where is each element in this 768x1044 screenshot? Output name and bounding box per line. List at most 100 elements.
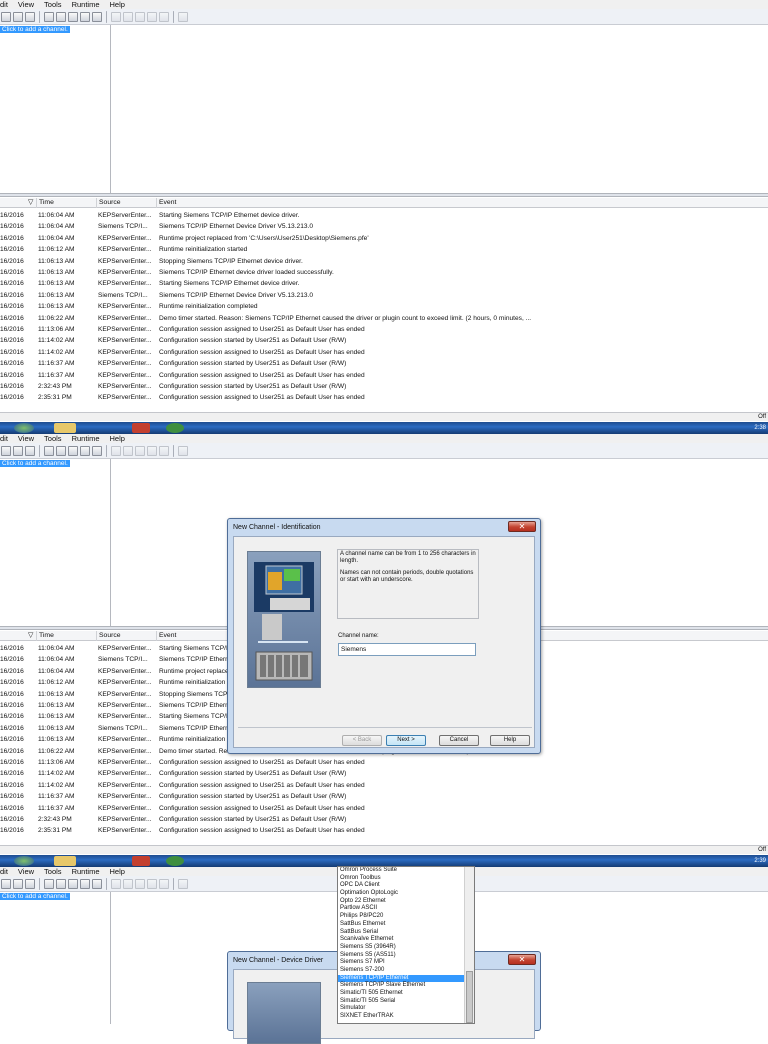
log-row[interactable]: 16/2016 11:06:13 AM KEPServerEnter... Start… — [0, 278, 768, 289]
driver-option[interactable]: Siemens S7 MPI — [338, 959, 474, 967]
new-tag-icon[interactable] — [80, 878, 90, 889]
kepserver-icon[interactable] — [166, 423, 184, 433]
driver-option[interactable]: Philips P8/PC20 — [338, 913, 474, 921]
log-row[interactable]: 16/2016 11:06:13 AM KEPServerEnter... Stopp… — [0, 256, 768, 267]
delete-icon[interactable] — [159, 11, 169, 22]
folder-icon[interactable] — [54, 423, 76, 433]
new-tag-icon[interactable] — [80, 445, 90, 456]
sort-icon[interactable]: ▽ — [26, 198, 33, 208]
undo-icon[interactable] — [111, 445, 121, 456]
time-column-header[interactable]: Time — [36, 198, 97, 208]
log-row[interactable]: 16/2016 11:06:13 AM KEPServerEnter... Sieme… — [0, 267, 768, 278]
new-device-icon[interactable] — [56, 445, 66, 456]
menu-runtime[interactable]: Runtime — [72, 0, 100, 9]
open-project-icon[interactable] — [13, 445, 23, 456]
paste-icon[interactable] — [147, 878, 157, 889]
channel-tree[interactable]: Click to add a channel. — [0, 25, 111, 193]
menu-view[interactable]: View — [18, 867, 34, 876]
log-row[interactable]: 16/2016 11:06:13 AM Siemens TCP/I... Siemen… — [0, 290, 768, 301]
driver-option[interactable]: Partlow ASCII — [338, 905, 474, 913]
undo-icon[interactable] — [111, 11, 121, 22]
log-row[interactable]: 16/2016 11:06:13 AM KEPServerEnter... Runti… — [0, 301, 768, 312]
log-row[interactable]: 16/2016 2:32:43 PM KEPServerEnter... Config… — [0, 814, 768, 825]
paste-icon[interactable] — [147, 445, 157, 456]
menu-help[interactable]: Help — [110, 0, 125, 9]
open-project-icon[interactable] — [13, 11, 23, 22]
menu-tools[interactable]: Tools — [44, 867, 62, 876]
log-row[interactable]: 16/2016 11:13:06 AM KEPServerEnter... Confi… — [0, 757, 768, 768]
channel-tree[interactable]: Click to add a channel. — [0, 459, 111, 626]
menu-runtime[interactable]: Runtime — [72, 867, 100, 876]
folder-icon[interactable] — [54, 856, 76, 866]
new-project-icon[interactable] — [1, 11, 11, 22]
app-icon[interactable] — [132, 423, 150, 433]
back-button[interactable]: < Back — [342, 735, 382, 746]
menu-edit[interactable]: dit — [0, 0, 8, 9]
driver-option[interactable]: Optimation OptoLogic — [338, 890, 474, 898]
log-row[interactable]: 16/2016 11:16:37 AM KEPServerEnter... Confi… — [0, 791, 768, 802]
save-icon[interactable] — [25, 878, 35, 889]
app-icon[interactable] — [132, 856, 150, 866]
driver-option[interactable]: Simulator — [338, 1005, 474, 1013]
quick-client-icon[interactable] — [178, 11, 188, 22]
cut-icon[interactable] — [123, 11, 133, 22]
new-channel-icon[interactable] — [44, 11, 54, 22]
delete-icon[interactable] — [159, 445, 169, 456]
new-tag-icon[interactable] — [80, 11, 90, 22]
delete-icon[interactable] — [159, 878, 169, 889]
paste-icon[interactable] — [147, 11, 157, 22]
add-channel-item[interactable]: Click to add a channel. — [0, 26, 70, 33]
menu-edit[interactable]: dit — [0, 434, 8, 443]
log-row[interactable]: 16/2016 11:16:37 AM KEPServerEnter... Confi… — [0, 370, 768, 381]
driver-option[interactable]: Simatic/TI 505 Ethernet — [338, 990, 474, 998]
driver-option[interactable]: Siemens S7-200 — [338, 967, 474, 975]
new-group-icon[interactable] — [68, 445, 78, 456]
driver-option[interactable]: Opto 22 Ethernet — [338, 898, 474, 906]
help-button[interactable]: Help — [490, 735, 530, 746]
start-icon[interactable] — [14, 856, 34, 866]
save-icon[interactable] — [25, 11, 35, 22]
undo-icon[interactable] — [111, 878, 121, 889]
open-project-icon[interactable] — [13, 878, 23, 889]
scrollbar-thumb[interactable] — [466, 971, 473, 1023]
add-channel-item[interactable]: Click to add a channel. — [0, 460, 70, 467]
menu-help[interactable]: Help — [110, 434, 125, 443]
menu-view[interactable]: View — [18, 434, 34, 443]
log-row[interactable]: 16/2016 2:35:31 PM KEPServerEnter... Config… — [0, 392, 768, 403]
quick-client-icon[interactable] — [178, 445, 188, 456]
driver-option[interactable]: SIXNET EtherTRAK — [338, 1013, 474, 1021]
source-column-header[interactable]: Source — [96, 198, 157, 208]
channel-name-input[interactable]: Siemens — [338, 643, 476, 656]
sort-icon[interactable]: ▽ — [26, 631, 33, 641]
new-device-icon[interactable] — [56, 878, 66, 889]
driver-list[interactable]: Omron Process Suite Omron Toolbus OPC DA C… — [338, 867, 474, 1021]
driver-option[interactable]: Scanivalve Ethernet — [338, 936, 474, 944]
log-row[interactable]: 16/2016 11:06:04 AM KEPServerEnter... Start… — [0, 210, 768, 221]
log-row[interactable]: 16/2016 2:32:43 PM KEPServerEnter... Config… — [0, 381, 768, 392]
close-icon[interactable]: ✕ — [508, 521, 536, 532]
log-row[interactable]: 16/2016 11:06:04 AM KEPServerEnter... Runti… — [0, 233, 768, 244]
driver-option[interactable]: Siemens TCP/IP Ethernet — [338, 974, 474, 983]
bulk-tag-icon[interactable] — [92, 878, 102, 889]
driver-option[interactable]: Simatic/TI 505 Serial — [338, 998, 474, 1006]
menu-tools[interactable]: Tools — [44, 434, 62, 443]
new-channel-icon[interactable] — [44, 878, 54, 889]
copy-icon[interactable] — [135, 11, 145, 22]
copy-icon[interactable] — [135, 878, 145, 889]
menu-view[interactable]: View — [18, 0, 34, 9]
event-column-header[interactable]: Event — [156, 198, 567, 208]
save-icon[interactable] — [25, 445, 35, 456]
log-row[interactable]: 16/2016 11:06:04 AM Siemens TCP/I... Siemen… — [0, 221, 768, 232]
new-group-icon[interactable] — [68, 11, 78, 22]
source-column-header[interactable]: Source — [96, 631, 157, 641]
copy-icon[interactable] — [135, 445, 145, 456]
log-row[interactable]: 16/2016 11:14:02 AM KEPServerEnter... Confi… — [0, 347, 768, 358]
cancel-button[interactable]: Cancel — [439, 735, 479, 746]
quick-client-icon[interactable] — [178, 878, 188, 889]
device-driver-dropdown[interactable]: Omron Process Suite Omron Toolbus OPC DA C… — [337, 866, 475, 1024]
log-row[interactable]: 16/2016 2:35:31 PM KEPServerEnter... Config… — [0, 825, 768, 836]
new-group-icon[interactable] — [68, 878, 78, 889]
menu-runtime[interactable]: Runtime — [72, 434, 100, 443]
menu-edit[interactable]: dit — [0, 867, 8, 876]
log-row[interactable]: 16/2016 11:06:22 AM KEPServerEnter... Demo … — [0, 313, 768, 324]
